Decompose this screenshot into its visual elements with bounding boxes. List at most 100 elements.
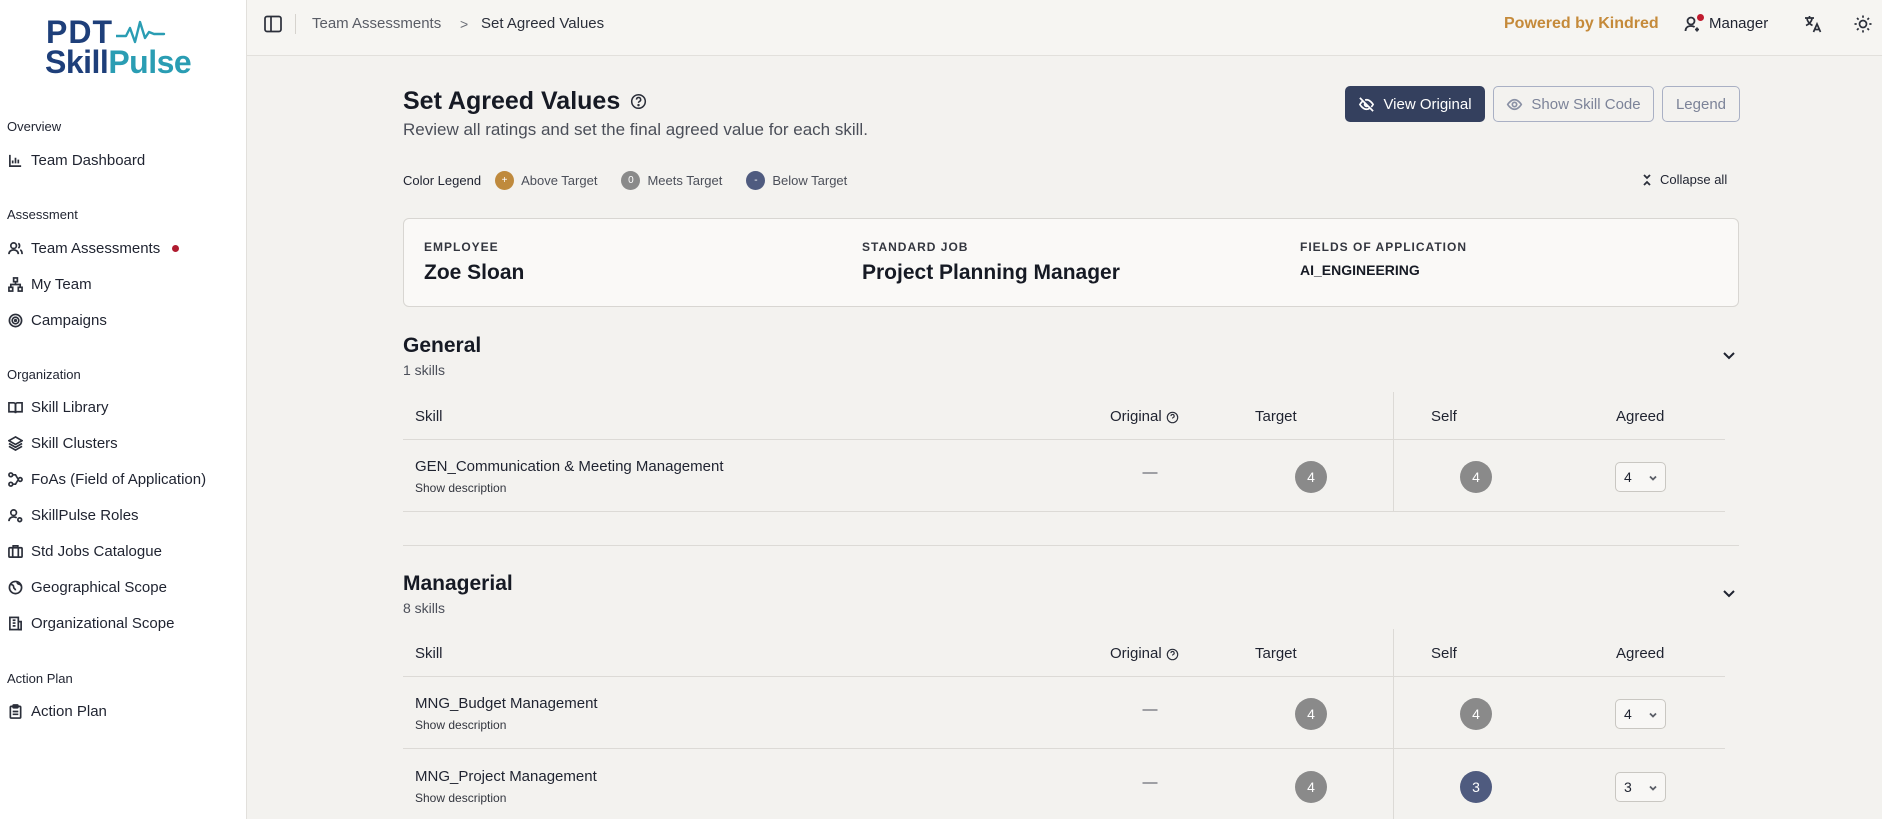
agreed-select[interactable]: 4 xyxy=(1615,699,1666,729)
original-value: — xyxy=(1142,774,1158,791)
role-switcher[interactable]: Manager xyxy=(1684,13,1768,35)
theme-toggle-sun-icon[interactable] xyxy=(1853,14,1873,34)
target-rating: 4 xyxy=(1295,698,1327,730)
sidebar-item-my-team[interactable]: My Team xyxy=(7,272,92,296)
sidebar-item-std-jobs[interactable]: Std Jobs Catalogue xyxy=(7,539,162,563)
notification-dot xyxy=(172,244,180,252)
help-circle-icon[interactable] xyxy=(1166,411,1179,424)
sidebar-item-team-assessments[interactable]: Team Assessments xyxy=(7,236,180,260)
sidebar-item-label: Campaigns xyxy=(31,311,107,329)
show-skill-code-button[interactable]: Show Skill Code xyxy=(1493,86,1654,122)
help-circle-icon[interactable] xyxy=(1166,648,1179,661)
sidebar: PDT SkillPulse Overview Team Dashboard A… xyxy=(0,0,247,819)
collapse-icon xyxy=(1643,174,1651,186)
top-bar: Team Assessments > Set Agreed Values Pow… xyxy=(247,0,1882,56)
legend-item-above: + Above Target xyxy=(495,170,597,190)
show-description-link[interactable]: Show description xyxy=(415,480,506,496)
section-title-managerial: Managerial xyxy=(403,572,513,595)
nav-section-overview: Overview xyxy=(7,119,62,134)
help-circle-icon[interactable] xyxy=(630,93,647,110)
skill-name: MNG_Project Management xyxy=(415,768,597,785)
col-agreed: Agreed xyxy=(1616,408,1665,425)
bar-chart-icon xyxy=(7,152,23,168)
sidebar-item-campaigns[interactable]: Campaigns xyxy=(7,308,107,332)
standard-job-name: Project Planning Manager xyxy=(862,261,1120,284)
app-logo[interactable]: PDT SkillPulse xyxy=(40,14,200,80)
sidebar-item-label: Action Plan xyxy=(31,702,107,720)
briefcase-icon xyxy=(7,543,23,559)
sidebar-item-skill-library[interactable]: Skill Library xyxy=(7,395,109,419)
target-icon xyxy=(7,312,23,328)
pulse-icon xyxy=(116,20,166,44)
legend-button[interactable]: Legend xyxy=(1662,86,1740,122)
self-rating: 4 xyxy=(1460,461,1492,493)
table-row: GEN_Communication & Meeting Management S… xyxy=(403,440,1725,512)
skill-name: MNG_Budget Management xyxy=(415,695,598,712)
breadcrumb-team-assessments[interactable]: Team Assessments xyxy=(312,14,441,34)
legend-swatch-below: - xyxy=(746,170,766,190)
sidebar-item-action-plan[interactable]: Action Plan xyxy=(7,699,107,723)
sidebar-item-team-dashboard[interactable]: Team Dashboard xyxy=(7,148,145,172)
translate-icon[interactable] xyxy=(1803,14,1823,34)
sidebar-item-label: Geographical Scope xyxy=(31,578,167,596)
chevron-down-icon[interactable] xyxy=(1721,347,1737,363)
col-self: Self xyxy=(1431,645,1457,662)
powered-by-label: Powered by Kindred xyxy=(1504,15,1659,32)
workflow-icon xyxy=(7,471,23,487)
sidebar-item-label: FoAs (Field of Application) xyxy=(31,470,207,488)
logo-line2: SkillPulse xyxy=(45,44,192,80)
chevron-down-icon xyxy=(1649,712,1657,718)
fields-of-application-field: FIELDS OF APPLICATION AI_ENGINEERING xyxy=(1300,240,1467,278)
original-value: — xyxy=(1142,464,1158,481)
col-self: Self xyxy=(1431,408,1457,425)
self-rating: 4 xyxy=(1460,698,1492,730)
employee-info-card: EMPLOYEE Zoe Sloan STANDARD JOB Project … xyxy=(403,218,1739,307)
table-row: MNG_Budget Management Show description —… xyxy=(403,677,1725,749)
chevron-down-icon xyxy=(1649,475,1657,481)
sidebar-item-label: Skill Library xyxy=(31,398,109,416)
sidebar-item-label: SkillPulse Roles xyxy=(31,506,139,524)
agreed-select[interactable]: 4 xyxy=(1615,462,1666,492)
col-agreed: Agreed xyxy=(1616,645,1665,662)
col-skill: Skill xyxy=(415,645,443,662)
chevron-down-icon[interactable] xyxy=(1721,585,1737,601)
sidebar-item-label: My Team xyxy=(31,275,92,293)
sidebar-item-organizational-scope[interactable]: Organizational Scope xyxy=(7,611,174,635)
sidebar-item-foas[interactable]: FoAs (Field of Application) xyxy=(7,467,206,491)
sidebar-item-label: Team Assessments xyxy=(31,239,161,257)
show-description-link[interactable]: Show description xyxy=(415,790,506,806)
table-header: Skill Original Target Self Agreed xyxy=(403,392,1725,440)
breadcrumb-current-page: Set Agreed Values xyxy=(481,15,605,32)
sidebar-item-geographical-scope[interactable]: Geographical Scope xyxy=(7,575,167,599)
sidebar-item-skillpulse-roles[interactable]: SkillPulse Roles xyxy=(7,503,139,527)
color-legend: Color Legend + Above Target 0 Meets Targ… xyxy=(403,170,871,190)
collapse-all-button[interactable]: Collapse all xyxy=(1641,170,1727,190)
nav-section-assessment: Assessment xyxy=(7,207,78,222)
sidebar-toggle-icon[interactable] xyxy=(263,14,283,34)
user-role-icon xyxy=(1684,14,1704,33)
legend-item-meets: 0 Meets Target xyxy=(621,170,722,190)
eye-off-icon xyxy=(1359,96,1375,112)
target-rating: 4 xyxy=(1295,771,1327,803)
breadcrumb-separator: > xyxy=(460,16,469,32)
view-original-button[interactable]: View Original xyxy=(1345,86,1485,122)
sidebar-item-label: Skill Clusters xyxy=(31,434,118,452)
layers-icon xyxy=(7,435,23,451)
agreed-select[interactable]: 3 xyxy=(1615,772,1666,802)
sidebar-item-skill-clusters[interactable]: Skill Clusters xyxy=(7,431,118,455)
sidebar-item-label: Organizational Scope xyxy=(31,614,175,632)
section-title-general: General xyxy=(403,334,482,357)
book-icon xyxy=(7,399,23,415)
nav-section-organization: Organization xyxy=(7,367,81,382)
section-divider xyxy=(403,545,1739,546)
employee-field: EMPLOYEE Zoe Sloan xyxy=(424,239,524,287)
table-row: MNG_Project Management Show description … xyxy=(403,750,1725,819)
self-rating: 3 xyxy=(1460,771,1492,803)
show-description-link[interactable]: Show description xyxy=(415,717,506,733)
chevron-down-icon xyxy=(1649,785,1657,791)
foa-value: AI_ENGINEERING xyxy=(1300,262,1420,278)
sidebar-item-label: Std Jobs Catalogue xyxy=(31,542,162,560)
toolbar-divider xyxy=(295,14,296,34)
legend-title: Color Legend xyxy=(403,172,482,188)
users-icon xyxy=(7,240,23,256)
